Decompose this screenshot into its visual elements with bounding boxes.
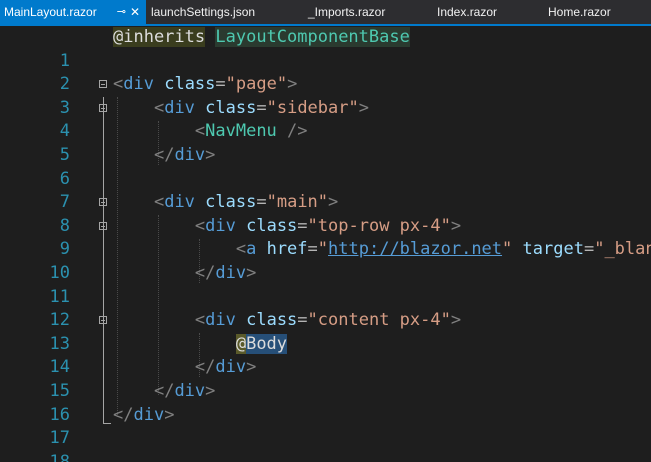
code-line-16[interactable]: 16 </div>	[0, 380, 651, 425]
pin-icon[interactable]: ⊸	[117, 0, 126, 24]
tab-imports-razor[interactable]: _Imports.razor	[308, 0, 385, 24]
line-code: <div class="top-row px-4">	[194, 215, 462, 236]
code-line-7[interactable]: 7	[0, 168, 651, 212]
tab-launchsettings-json[interactable]: launchSettings.json	[151, 0, 255, 24]
line-number: 18	[49, 451, 70, 462]
line-code: <NavMenu />	[194, 121, 308, 142]
line-code: </div>	[153, 145, 216, 165]
tab-home-razor[interactable]: Home.razor	[548, 0, 611, 24]
line-code: </div>	[194, 357, 257, 378]
code-line-8[interactable]: 8 <div class="main">	[0, 191, 651, 236]
code-line-17[interactable]: 17 </div>	[0, 404, 651, 449]
line-code: <div class="main">	[153, 192, 339, 213]
close-icon[interactable]: ✕	[130, 0, 140, 24]
code-line-12[interactable]: 12	[0, 286, 651, 330]
line-code: <div class="sidebar">	[153, 97, 369, 118]
tab-label: Home.razor	[548, 5, 611, 19]
line-code: </div>	[113, 404, 175, 425]
code-line-6[interactable]: 6 </div>	[0, 144, 651, 189]
line-code: @inherits LayoutComponentBase	[113, 27, 410, 47]
code-line-14[interactable]: 14 @Body	[0, 333, 651, 377]
line-code: <div class="content px-4">	[194, 310, 462, 331]
collapse-icon[interactable]	[99, 198, 107, 207]
collapse-icon[interactable]	[99, 80, 107, 89]
code-line-11[interactable]: 11 </div>	[0, 262, 651, 307]
code-line-13[interactable]: 13 <div class="content px-4">	[0, 309, 651, 354]
line-code: <a href="http://blazor.net" target="_bla…	[235, 239, 651, 260]
code-line-9[interactable]: 9 <div class="top-row px-4">	[0, 215, 651, 260]
code-line-1[interactable]: 1 @inherits LayoutComponentBase	[0, 26, 651, 71]
line-code: </div>	[194, 263, 257, 283]
code-line-4[interactable]: 4 <div class="sidebar">	[0, 97, 651, 142]
code-line-15[interactable]: 15 </div>	[0, 356, 651, 401]
code-line-10[interactable]: 10 <a href="http://blazor.net" target="_…	[0, 238, 651, 283]
line-code: <div class="page">	[113, 74, 298, 95]
collapse-icon[interactable]	[99, 221, 107, 230]
line-code: @Body	[235, 333, 288, 354]
tab-label: MainLayout.razor	[4, 5, 97, 19]
code-editor[interactable]: 1 @inherits LayoutComponentBase 2 3 <div…	[0, 26, 651, 462]
collapse-icon[interactable]	[99, 316, 107, 325]
code-line-3[interactable]: 3 <div class="page">	[0, 73, 651, 118]
document-tab-strip: MainLayout.razor ⊸ ✕ launchSettings.json…	[0, 0, 651, 26]
tab-index-razor[interactable]: Index.razor	[437, 0, 497, 24]
line-code: </div>	[153, 381, 216, 401]
tab-mainlayout-razor[interactable]: MainLayout.razor ⊸ ✕	[0, 0, 146, 24]
tab-label: _Imports.razor	[308, 5, 386, 19]
code-line-2[interactable]: 2	[0, 50, 651, 94]
tab-label: launchSettings.json	[151, 5, 256, 19]
code-line-5[interactable]: 5 <NavMenu />	[0, 120, 651, 165]
collapse-icon[interactable]	[99, 103, 107, 112]
code-line-18[interactable]: 18	[0, 427, 651, 462]
tab-label: Index.razor	[437, 5, 498, 19]
